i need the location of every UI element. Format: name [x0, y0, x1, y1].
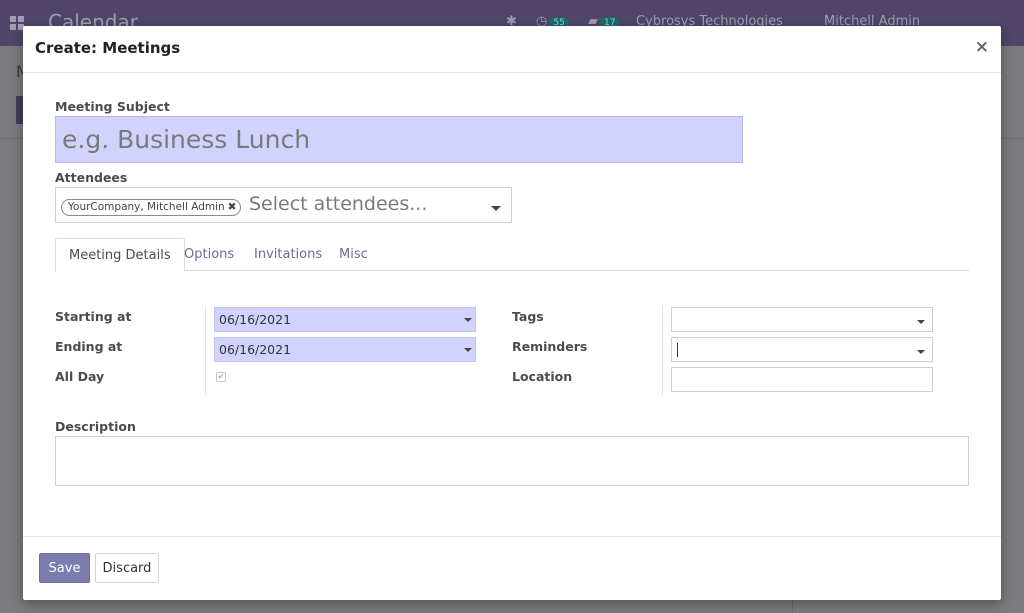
save-button[interactable]: Save: [39, 553, 90, 583]
all-day-checkbox[interactable]: ✔: [216, 372, 226, 382]
tab-options[interactable]: Options: [171, 238, 247, 271]
dialog-header: Create: Meetings ×: [23, 26, 1001, 73]
starting-at-input[interactable]: 06/16/2021: [214, 307, 476, 332]
create-meeting-dialog: Create: Meetings × Meeting Subject Atten…: [23, 26, 1001, 600]
tags-label: Tags: [512, 309, 544, 324]
tab-invitations[interactable]: Invitations: [241, 238, 335, 271]
ending-at-dropdown-icon[interactable]: [464, 348, 472, 352]
starting-at-value: 06/16/2021: [219, 312, 292, 327]
description-input[interactable]: [55, 436, 969, 486]
attendee-tag-label: YourCompany, Mitchell Admin: [68, 201, 225, 213]
dialog-title: Create: Meetings: [35, 39, 181, 57]
reminders-input[interactable]: [671, 337, 933, 362]
ending-at-input[interactable]: 06/16/2021: [214, 337, 476, 362]
chevron-down-icon[interactable]: [491, 206, 501, 211]
dialog-footer: Save Discard: [23, 536, 1001, 600]
apps-menu-icon: [10, 16, 24, 30]
starting-at-label: Starting at: [55, 309, 132, 324]
close-icon[interactable]: ×: [975, 37, 989, 57]
meeting-subject-label: Meeting Subject: [55, 99, 170, 114]
left-group-divider: [205, 306, 206, 396]
location-input[interactable]: [671, 367, 933, 392]
tags-dropdown-icon[interactable]: [917, 320, 925, 324]
description-label: Description: [55, 419, 136, 434]
ending-at-value: 06/16/2021: [219, 342, 292, 357]
meeting-subject-input[interactable]: [55, 116, 743, 163]
reminders-dropdown-icon[interactable]: [917, 350, 925, 354]
location-label: Location: [512, 369, 573, 384]
tags-input[interactable]: [671, 307, 933, 332]
remove-attendee-icon[interactable]: ✖: [228, 201, 237, 213]
discard-button[interactable]: Discard: [95, 553, 159, 583]
attendees-label: Attendees: [55, 170, 128, 185]
all-day-label: All Day: [55, 369, 105, 384]
form-tabs: Meeting Details Options Invitations Misc: [55, 238, 969, 272]
ending-at-label: Ending at: [55, 339, 123, 354]
starting-at-dropdown-icon[interactable]: [464, 318, 472, 322]
attendee-tag: YourCompany, Mitchell Admin ✖: [61, 199, 242, 216]
tab-misc[interactable]: Misc: [326, 238, 381, 271]
right-group-divider: [662, 306, 663, 396]
attendees-field[interactable]: YourCompany, Mitchell Admin ✖ Select atte…: [55, 187, 512, 223]
text-cursor: [677, 343, 678, 357]
reminders-label: Reminders: [512, 339, 588, 354]
attendees-placeholder[interactable]: Select attendees...: [249, 193, 427, 215]
tab-meeting-details[interactable]: Meeting Details: [55, 238, 185, 272]
